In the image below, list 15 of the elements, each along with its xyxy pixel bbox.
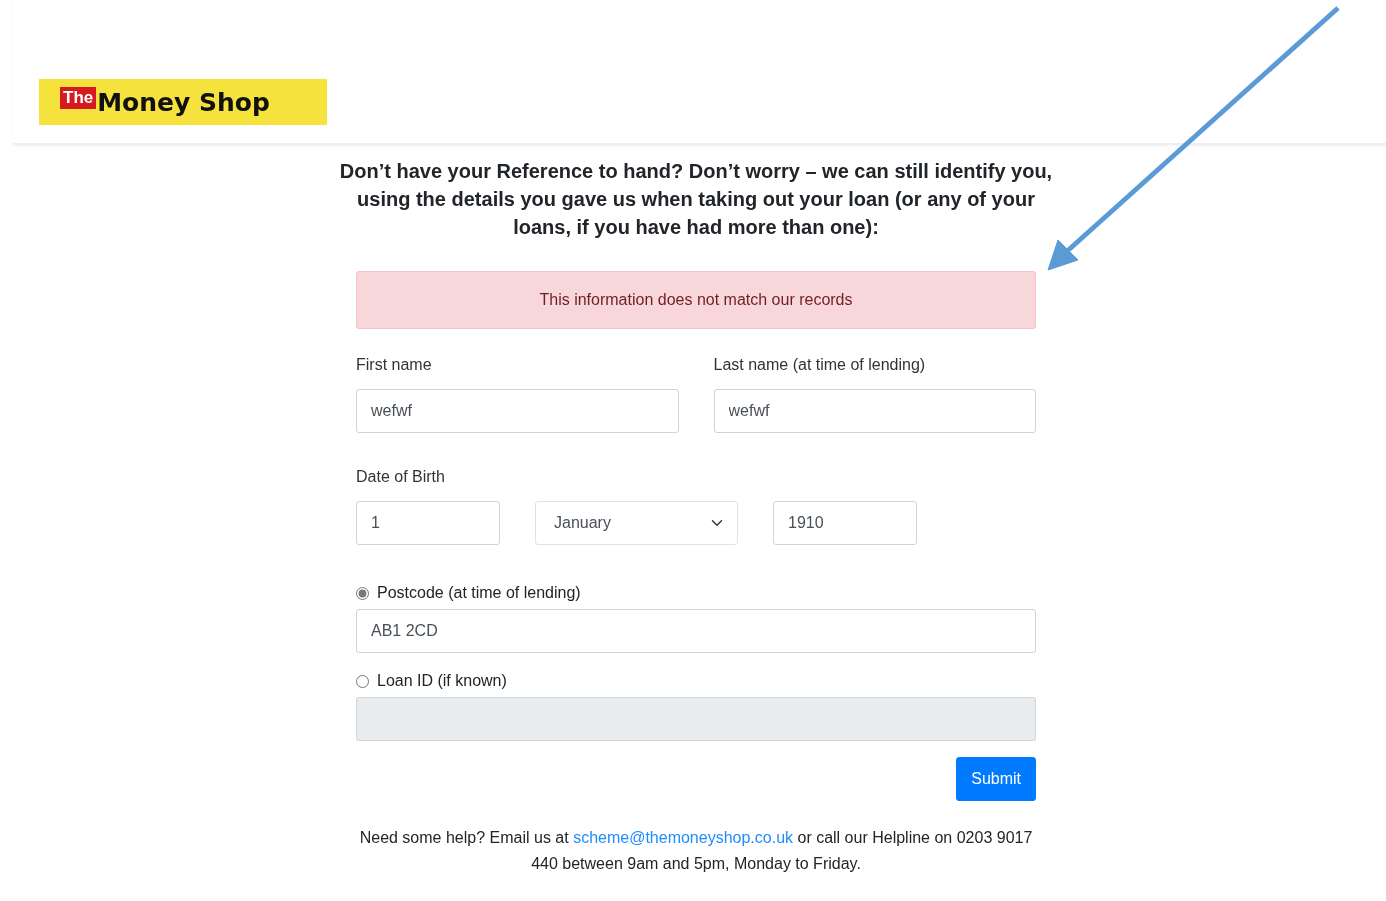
text-field[interactable]: wefwf xyxy=(713,389,1036,433)
month-select[interactable]: January xyxy=(535,501,738,545)
error-alert: This information does not match our records xyxy=(356,271,1036,329)
day-field[interactable]: 1 xyxy=(356,501,500,545)
field-label: First name xyxy=(356,355,433,375)
field-label: Last name (at time of lending) xyxy=(713,355,927,375)
text-field[interactable]: AB1 2CD xyxy=(356,609,1036,653)
heading: Don’t have your Reference to hand? Don’t worry – we can still identify you, using the details you gave us when taking out your loan (or any of your loans, if you have had more than one): xyxy=(338,159,1054,240)
help-text: Need some help? Email us at scheme@themoneyshop.co.uk or call our Helpline on 0203 9017 440 between 9am and 5pm, Monday to Friday. xyxy=(358,828,1034,874)
submit-button[interactable]: Submit xyxy=(956,757,1036,801)
text-field[interactable]: wefwf xyxy=(356,389,679,433)
field-label: Date of Birth xyxy=(356,467,446,487)
radio-label[interactable]: Postcode (at time of lending) xyxy=(377,581,581,605)
year-field[interactable]: 1910 xyxy=(773,501,917,545)
radio-button[interactable] xyxy=(356,586,369,600)
